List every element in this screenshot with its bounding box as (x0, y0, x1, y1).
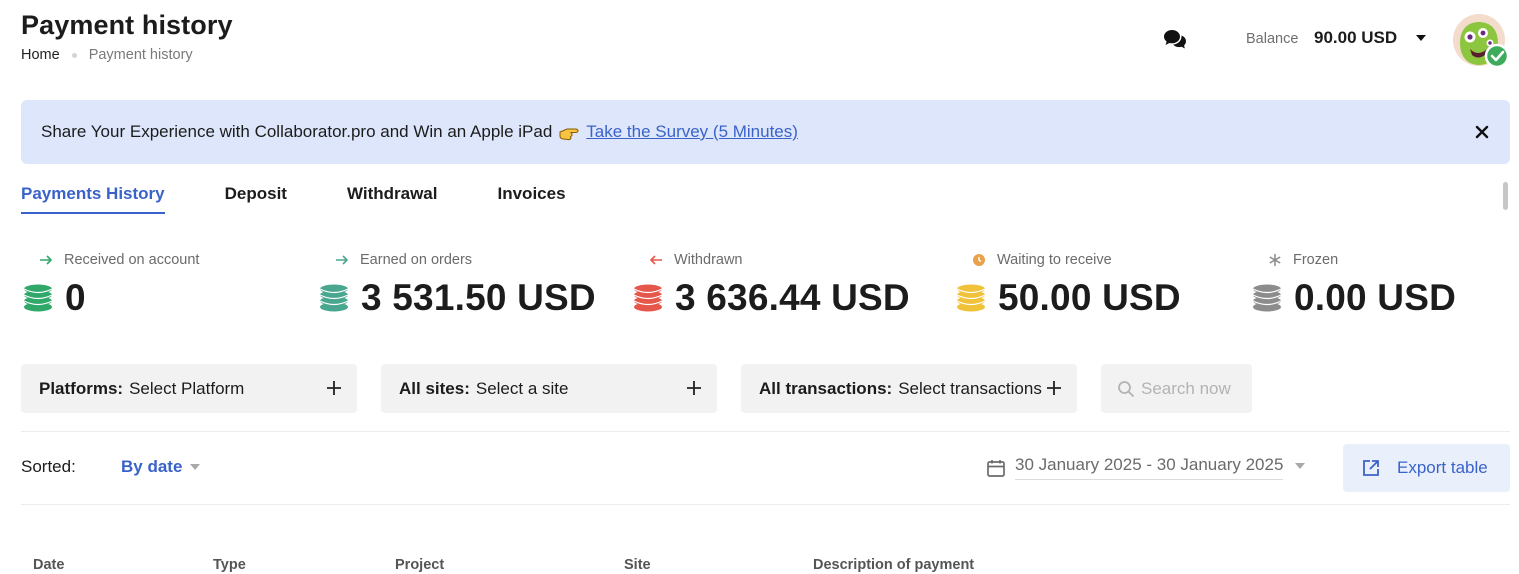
calendar-icon (987, 459, 1005, 477)
filter-label: All transactions: (759, 378, 893, 398)
filter-value: Select a site (475, 378, 569, 398)
coins-icon (23, 284, 53, 312)
avatar[interactable] (1450, 13, 1510, 71)
search-label: Search now (1141, 378, 1231, 398)
chevron-down-icon[interactable] (1414, 32, 1428, 44)
column-header-project[interactable]: Project (395, 557, 444, 573)
breadcrumb-separator (71, 52, 77, 58)
caret-down-icon (190, 464, 201, 470)
breadcrumb-home-link[interactable]: Home (21, 47, 60, 63)
divider (21, 504, 1510, 505)
clock-icon (973, 254, 985, 266)
breadcrumb-current: Payment history (88, 47, 193, 63)
stat-value: 50.00 USD (998, 277, 1181, 318)
external-link-icon (1363, 460, 1379, 476)
plus-icon[interactable] (685, 379, 703, 397)
sorted-label: Sorted: (21, 457, 76, 476)
caret-down-icon (1295, 462, 1306, 469)
stat-value: 3 636.44 USD (675, 277, 910, 318)
sites-filter[interactable]: All sites: Select a site (381, 364, 717, 413)
date-range-value: 30 January 2025 - 30 January 2025 (1015, 455, 1284, 480)
tab-payments-history[interactable]: Payments History (21, 184, 165, 214)
column-header-date[interactable]: Date (33, 557, 64, 573)
stat-earned: Earned on orders 3 531.50 USD (317, 250, 596, 318)
balance-value[interactable]: 90.00 USD (1314, 28, 1397, 48)
stat-waiting: Waiting to receive 50.00 USD (954, 250, 1181, 318)
scrollbar-thumb[interactable] (1503, 182, 1508, 210)
stat-label: Waiting to receive (997, 252, 1112, 268)
survey-banner: Share Your Experience with Collaborator.… (21, 100, 1510, 164)
coins-icon (633, 284, 663, 312)
divider (21, 431, 1510, 432)
search-icon (1118, 380, 1134, 397)
chat-icon[interactable] (1163, 28, 1187, 50)
date-range-picker[interactable]: 30 January 2025 - 30 January 2025 (986, 455, 1306, 480)
tab-invoices[interactable]: Invoices (498, 184, 566, 212)
column-header-type[interactable]: Type (213, 557, 246, 573)
stat-label: Withdrawn (674, 252, 743, 268)
tab-bar: Payments History Deposit Withdrawal Invo… (21, 184, 566, 214)
sort-select[interactable]: By date (121, 457, 201, 477)
tab-withdrawal[interactable]: Withdrawal (347, 184, 438, 212)
plus-icon[interactable] (325, 379, 343, 397)
coins-icon (1252, 284, 1282, 312)
pointing-hand-icon (559, 128, 579, 141)
column-header-site[interactable]: Site (624, 557, 651, 573)
stat-value: 0.00 USD (1294, 277, 1457, 318)
coins-icon (956, 284, 986, 312)
stat-received: Received on account 0 (21, 250, 199, 318)
stat-label: Frozen (1293, 252, 1339, 268)
arrow-right-icon (336, 255, 349, 265)
stat-label: Received on account (64, 252, 200, 268)
stat-withdrawn: Withdrawn 3 636.44 USD (631, 250, 910, 318)
column-header-description[interactable]: Description of payment (813, 557, 974, 573)
balance-label: Balance (1246, 31, 1299, 47)
filter-label: All sites: (399, 378, 470, 398)
export-label: Export table (1397, 458, 1488, 477)
filter-value: Select transactions (898, 378, 1042, 398)
plus-icon[interactable] (1045, 379, 1063, 397)
stat-value: 3 531.50 USD (361, 277, 596, 318)
filter-value: Select Platform (129, 378, 245, 398)
coins-icon (319, 284, 349, 312)
snowflake-icon (1269, 254, 1281, 266)
banner-text: Share Your Experience with Collaborator.… (41, 122, 553, 141)
tab-deposit[interactable]: Deposit (225, 184, 287, 212)
export-table-button[interactable]: Export table (1343, 444, 1510, 492)
sort-value: By date (121, 457, 183, 476)
close-icon[interactable] (1472, 122, 1492, 142)
survey-link[interactable]: Take the Survey (5 Minutes) (586, 122, 798, 142)
stat-value: 0 (65, 277, 86, 318)
arrow-left-icon (649, 255, 662, 265)
platform-filter[interactable]: Platforms: Select Platform (21, 364, 357, 413)
stat-label: Earned on orders (360, 252, 473, 268)
search-button[interactable]: Search now (1101, 364, 1252, 413)
page-title: Payment history (21, 10, 233, 40)
breadcrumb: Home Payment history (21, 47, 193, 63)
transactions-filter[interactable]: All transactions: Select transactions (741, 364, 1077, 413)
arrow-right-icon (40, 255, 53, 265)
filter-label: Platforms: (39, 378, 124, 398)
stat-frozen: Frozen 0.00 USD (1250, 250, 1456, 318)
